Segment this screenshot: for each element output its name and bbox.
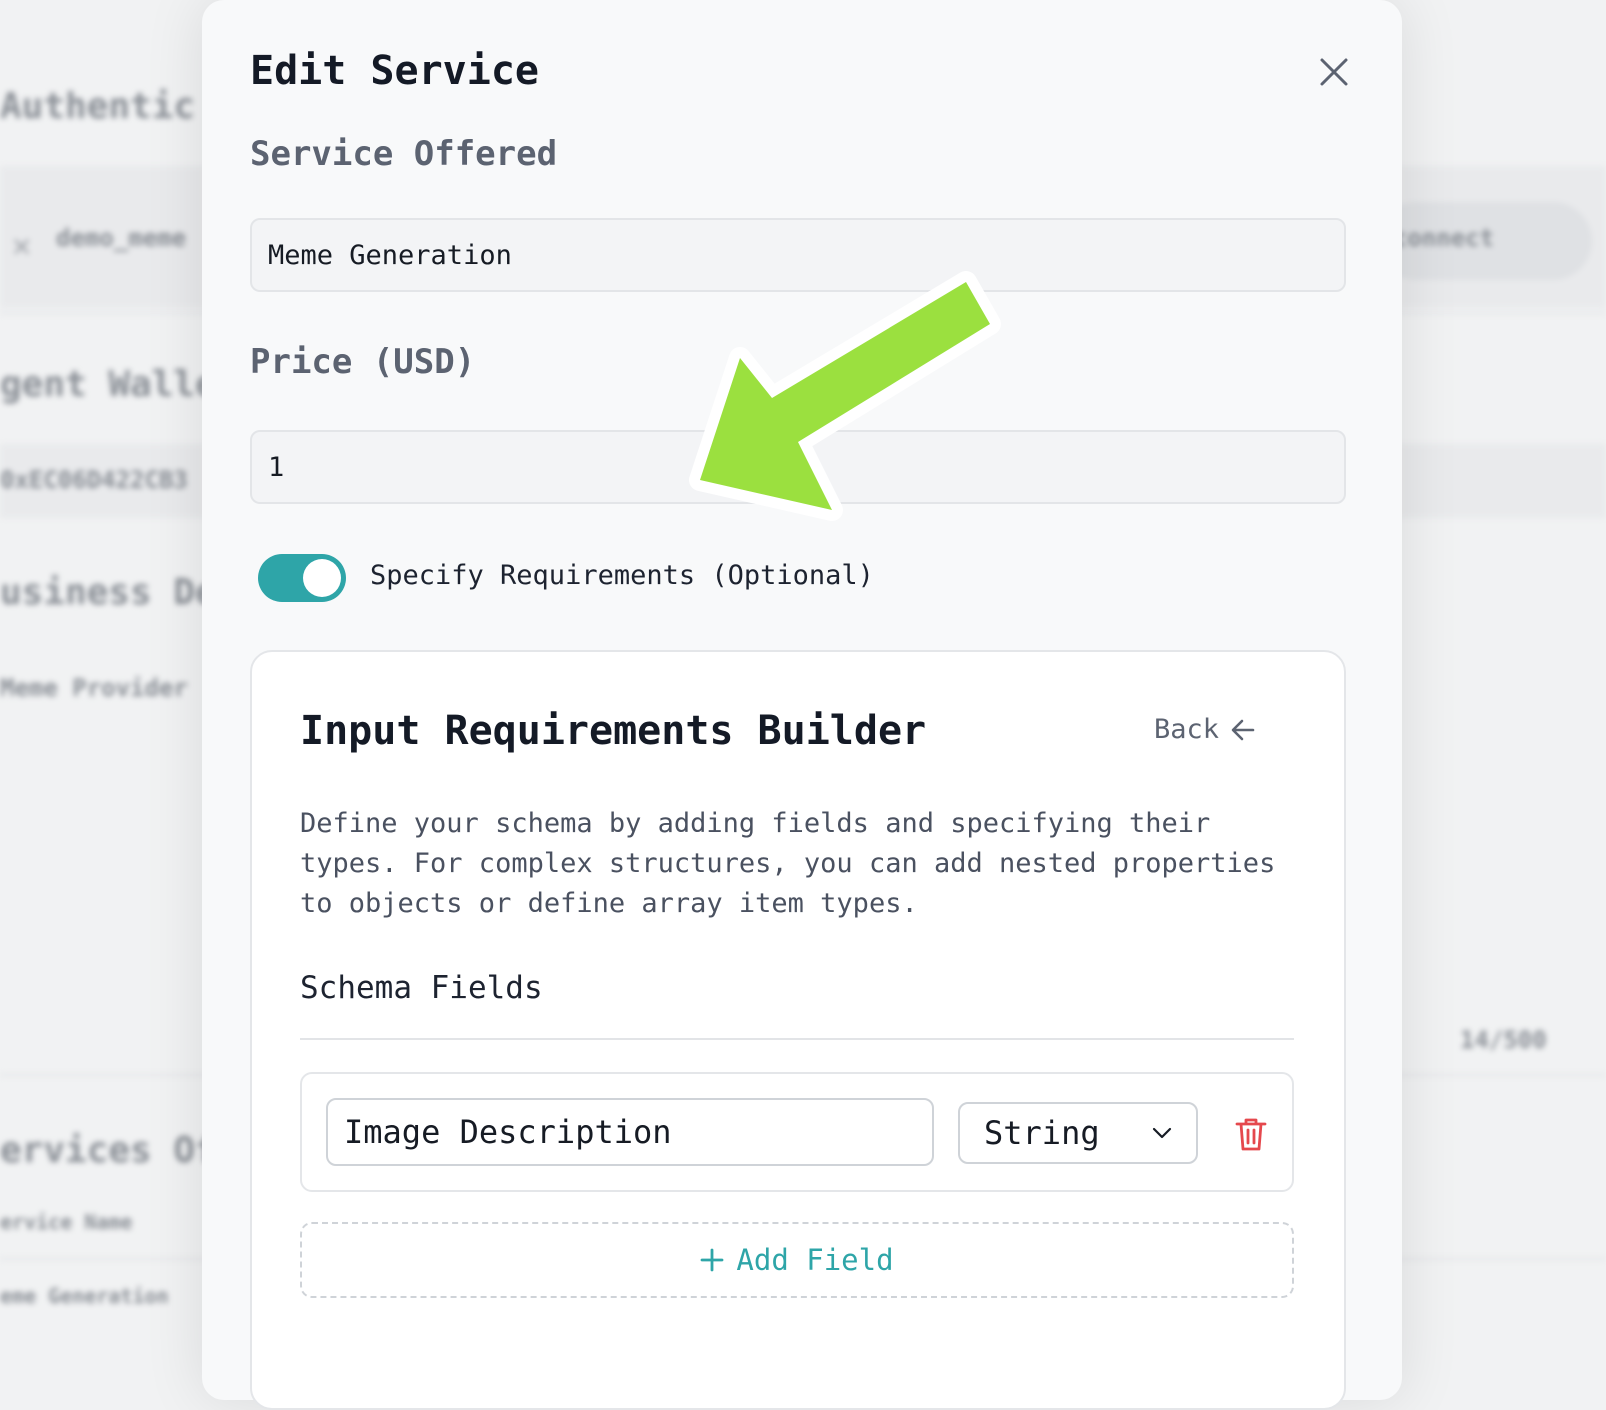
field-type-value: String	[984, 1114, 1100, 1152]
bg-row-service: eme Generation	[0, 1284, 169, 1308]
edit-service-modal: Edit Service Service Offered Meme Genera…	[202, 0, 1402, 1410]
specify-requirements-label: Specify Requirements (Optional)	[370, 560, 874, 591]
service-offered-label: Service Offered	[250, 134, 558, 174]
price-label: Price (USD)	[250, 342, 476, 382]
bg-column-service-name: ervice Name	[0, 1210, 133, 1234]
trash-icon[interactable]	[1234, 1116, 1268, 1152]
bg-wallet-address: 0xEC06D422CB3	[0, 466, 188, 494]
bg-account-handle: demo_meme	[56, 224, 187, 252]
bg-business-name: Meme Provider	[0, 674, 188, 702]
schema-divider	[300, 1038, 1294, 1040]
plus-icon	[701, 1248, 724, 1272]
bg-section-auth: Authentic	[0, 86, 196, 127]
back-label: Back	[1154, 714, 1220, 745]
service-offered-value: Meme Generation	[268, 239, 512, 271]
add-field-button[interactable]: Add Field	[300, 1222, 1294, 1298]
toggle-knob	[303, 559, 341, 597]
bg-section-business: usiness De	[0, 572, 217, 613]
close-icon[interactable]	[1314, 52, 1354, 92]
price-input[interactable]: 1	[250, 430, 1346, 504]
field-name-value: Image Description	[344, 1113, 672, 1151]
specify-requirements-toggle[interactable]	[258, 554, 346, 602]
schema-fields-heading: Schema Fields	[300, 970, 543, 1006]
back-button[interactable]: Back	[1154, 714, 1257, 745]
requirements-builder-card: Input Requirements Builder Back Define y…	[250, 650, 1346, 1410]
builder-title: Input Requirements Builder	[300, 708, 927, 754]
bg-section-services: ervices Of	[0, 1130, 217, 1171]
modal-title: Edit Service	[250, 48, 539, 94]
bg-section-wallet: gent Walle	[0, 364, 217, 405]
x-logo-icon: ✕	[12, 226, 32, 264]
price-value: 1	[268, 451, 285, 483]
chevron-down-icon	[1152, 1127, 1172, 1139]
arrow-left-icon	[1231, 719, 1255, 740]
service-offered-input[interactable]: Meme Generation	[250, 218, 1346, 292]
field-type-select[interactable]: String	[958, 1102, 1198, 1164]
field-name-input[interactable]: Image Description	[326, 1098, 934, 1166]
builder-description: Define your schema by adding fields and …	[300, 808, 1276, 919]
bg-char-count: 14/500	[1460, 1026, 1547, 1054]
add-field-label: Add Field	[736, 1243, 894, 1277]
schema-field-row: Image Description String	[300, 1072, 1294, 1192]
